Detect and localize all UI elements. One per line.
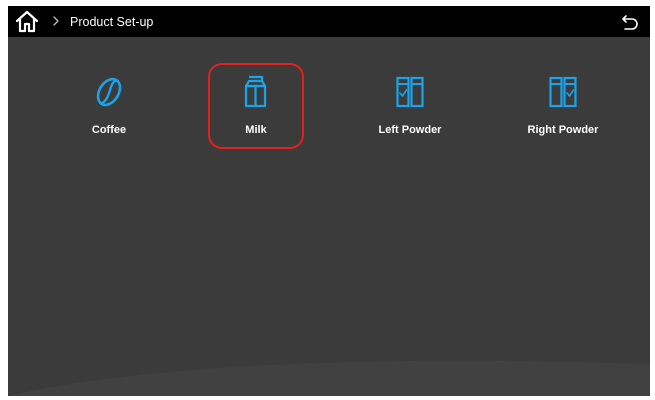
product-label-left-powder: Left Powder — [378, 124, 442, 136]
home-button[interactable] — [15, 10, 39, 33]
product-label-milk: Milk — [245, 124, 267, 136]
product-tile-milk[interactable]: Milk — [208, 63, 304, 149]
breadcrumb-separator — [51, 13, 61, 29]
back-button[interactable] — [620, 12, 640, 32]
back-arrow-icon — [622, 15, 638, 30]
coffee-bean-icon — [96, 77, 122, 107]
product-tile-left-powder[interactable]: Left Powder — [362, 63, 458, 149]
product-label-right-powder: Right Powder — [527, 124, 599, 136]
milk-carton-icon — [244, 75, 267, 108]
background-floor-shading — [8, 360, 650, 396]
product-label-coffee: Coffee — [91, 124, 127, 136]
home-icon — [15, 10, 39, 33]
right-powder-icon — [549, 76, 577, 108]
product-tile-coffee[interactable]: Coffee — [61, 63, 157, 149]
page-title: Product Set-up — [70, 15, 154, 29]
chevron-right-icon — [53, 16, 59, 26]
top-bar: Product Set-up — [8, 6, 650, 37]
left-powder-icon — [396, 76, 424, 108]
product-setup-screen: Product Set-up Coffee Milk Left Powder R… — [8, 6, 650, 396]
product-tile-right-powder[interactable]: Right Powder — [515, 63, 611, 149]
